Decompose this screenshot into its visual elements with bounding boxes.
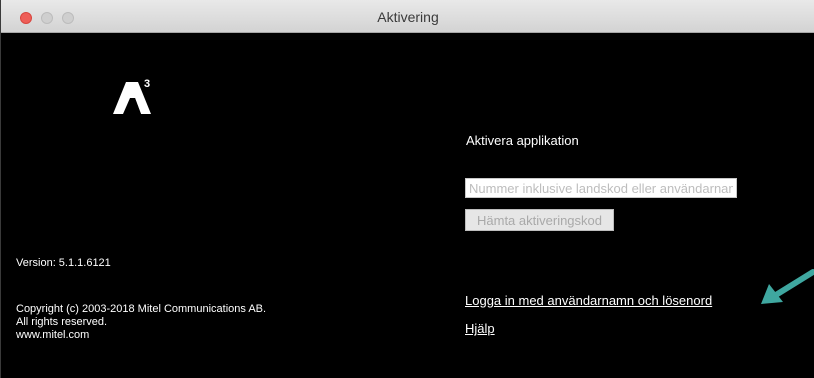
title-bar[interactable]: Aktivering <box>1 0 814 33</box>
rights-text: All rights reserved. <box>16 316 108 328</box>
svg-text:3: 3 <box>144 78 150 90</box>
login-with-credentials-link[interactable]: Logga in med användarnamn och lösenord <box>465 293 712 308</box>
window-title: Aktivering <box>377 9 439 25</box>
copyright-block: Copyright (c) 2003-2018 Mitel Communicat… <box>16 303 266 342</box>
version-text: Version: 5.1.1.6121 <box>16 257 111 269</box>
phone-or-username-input[interactable] <box>465 178 737 198</box>
activation-heading: Aktivera applikation <box>466 133 579 148</box>
arrow-icon <box>761 269 814 304</box>
activation-window: Aktivering 3 Version: 5.1.1.6121 Copyrig… <box>0 0 814 378</box>
website-text: www.mitel.com <box>16 329 90 341</box>
copyright-text: Copyright (c) 2003-2018 Mitel Communicat… <box>16 303 267 315</box>
a3-logo-icon: 3 <box>113 78 151 114</box>
help-link[interactable]: Hjälp <box>465 321 495 336</box>
fetch-activation-code-button[interactable]: Hämta aktiveringskod <box>465 209 614 231</box>
